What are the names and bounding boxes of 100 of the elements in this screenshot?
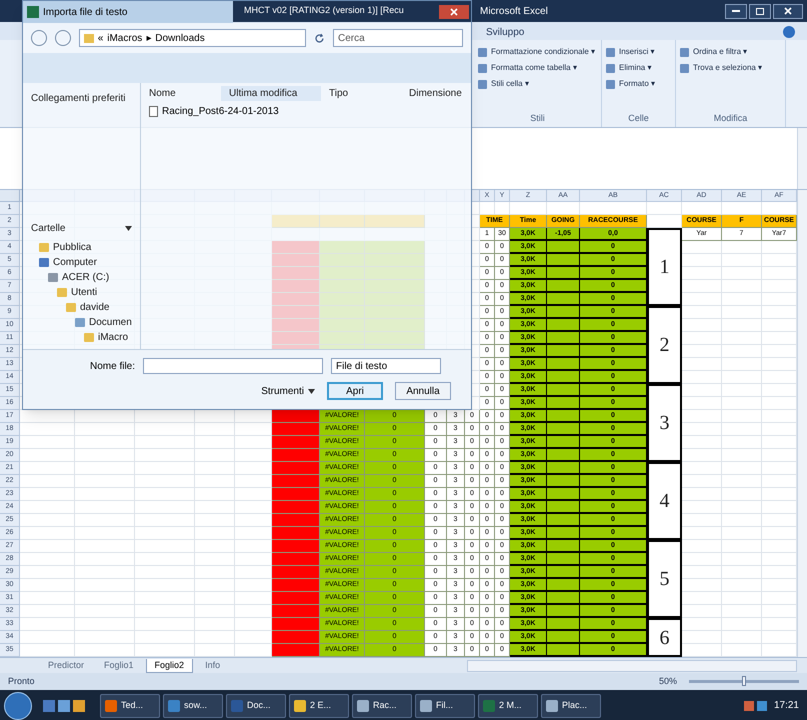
taskbar-button[interactable]: Doc... — [226, 694, 286, 718]
empty-cell[interactable] — [722, 514, 762, 527]
breadcrumb-separator[interactable]: ▸ — [146, 30, 152, 46]
folder-tree-item[interactable]: Pubblica — [39, 240, 92, 255]
empty-cell[interactable] — [135, 475, 195, 488]
empty-cell[interactable] — [135, 566, 195, 579]
file-row[interactable]: Racing_Post6-24-01-2013 — [141, 103, 287, 119]
empty-cell[interactable] — [195, 566, 235, 579]
empty-cell[interactable] — [135, 553, 195, 566]
empty-cell[interactable] — [722, 475, 762, 488]
cancel-button[interactable]: Annulla — [395, 382, 451, 400]
breadcrumb-separator[interactable]: « — [98, 30, 104, 46]
taskbar-button[interactable]: Rac... — [352, 694, 412, 718]
ribbon-button[interactable]: Formato ▾ — [606, 78, 656, 90]
ribbon-button[interactable]: Stili cella ▾ — [478, 78, 529, 90]
empty-cell[interactable] — [135, 449, 195, 462]
folders-header[interactable]: Cartelle — [31, 221, 140, 236]
empty-cell[interactable] — [722, 397, 762, 410]
empty-cell[interactable] — [135, 501, 195, 514]
empty-cell[interactable] — [135, 579, 195, 592]
empty-cell[interactable] — [195, 410, 235, 423]
address-field[interactable]: « iMacros ▸ Downloads — [78, 29, 306, 47]
file-name-field[interactable] — [143, 358, 323, 374]
empty-cell[interactable] — [135, 410, 195, 423]
empty-cell[interactable] — [195, 449, 235, 462]
empty-cell[interactable] — [195, 501, 235, 514]
breadcrumb[interactable]: iMacros — [107, 30, 142, 46]
back-icon[interactable] — [31, 30, 47, 46]
taskbar-button[interactable]: 2 M... — [478, 694, 538, 718]
empty-cell[interactable] — [722, 618, 762, 631]
maximize-button[interactable] — [749, 4, 771, 18]
folder-tree-item[interactable]: Utenti — [57, 285, 98, 300]
empty-cell[interactable] — [75, 566, 135, 579]
empty-cell[interactable] — [75, 553, 135, 566]
empty-cell[interactable] — [722, 358, 762, 371]
empty-cell[interactable] — [75, 501, 135, 514]
ribbon-button[interactable]: Formattazione condizionale ▾ — [478, 46, 596, 58]
forward-icon[interactable] — [54, 30, 71, 46]
tools-menu[interactable]: Strumenti — [261, 384, 315, 398]
taskbar-button[interactable]: Plac... — [541, 694, 601, 718]
ribbon-tab[interactable]: Sviluppo — [478, 24, 532, 40]
empty-cell[interactable] — [722, 423, 762, 436]
folder-tree-item[interactable]: iMacro — [84, 330, 128, 345]
empty-cell[interactable] — [722, 527, 762, 540]
column-header[interactable]: Tipo — [321, 86, 401, 100]
empty-cell[interactable] — [722, 410, 762, 423]
empty-cell[interactable] — [722, 319, 762, 332]
sheet-tab[interactable]: Foglio1 — [96, 658, 142, 672]
empty-cell[interactable] — [722, 293, 762, 306]
empty-cell[interactable] — [722, 371, 762, 384]
ribbon-button[interactable]: Ordina e filtra ▾ — [680, 46, 748, 58]
empty-cell[interactable] — [135, 488, 195, 501]
empty-cell[interactable] — [722, 553, 762, 566]
empty-cell[interactable] — [722, 254, 762, 267]
search-field[interactable]: Cerca — [333, 29, 464, 47]
empty-cell[interactable] — [75, 449, 135, 462]
sheet-tab[interactable]: Predictor — [40, 658, 92, 672]
empty-cell[interactable] — [75, 475, 135, 488]
zoom-slider-thumb[interactable] — [742, 676, 746, 686]
empty-cell[interactable] — [722, 592, 762, 605]
breadcrumb[interactable]: Downloads — [155, 30, 205, 46]
refresh-icon[interactable] — [314, 32, 326, 44]
empty-cell[interactable] — [722, 280, 762, 293]
empty-cell[interactable] — [135, 605, 195, 618]
empty-cell[interactable] — [135, 540, 195, 553]
empty-cell[interactable] — [722, 462, 762, 475]
empty-cell[interactable] — [722, 345, 762, 358]
column-header[interactable]: Dimensione — [401, 86, 471, 100]
empty-cell[interactable] — [722, 306, 762, 319]
empty-cell[interactable] — [647, 202, 682, 215]
help-icon[interactable] — [783, 26, 795, 38]
sheet-tab[interactable]: Info — [197, 658, 228, 672]
quick-launch-icon[interactable] — [43, 700, 55, 712]
taskbar-button[interactable]: sow... — [163, 694, 223, 718]
ribbon-button[interactable]: Inserisci ▾ — [606, 46, 655, 58]
empty-cell[interactable] — [195, 475, 235, 488]
empty-cell[interactable] — [75, 618, 135, 631]
empty-cell[interactable] — [722, 566, 762, 579]
folder-tree-item[interactable]: Documen — [75, 315, 132, 330]
file-type-dropdown[interactable]: File di testo — [331, 358, 441, 374]
taskbar-button[interactable]: 2 E... — [289, 694, 349, 718]
quick-launch-icon[interactable] — [73, 700, 85, 712]
empty-cell[interactable] — [75, 436, 135, 449]
empty-cell[interactable] — [195, 514, 235, 527]
empty-cell[interactable] — [195, 592, 235, 605]
empty-cell[interactable] — [195, 631, 235, 644]
empty-cell[interactable] — [195, 553, 235, 566]
folder-tree-item[interactable]: davide — [66, 300, 110, 315]
empty-cell[interactable] — [135, 423, 195, 436]
taskbar-button[interactable]: Fil... — [415, 694, 475, 718]
empty-cell[interactable] — [75, 631, 135, 644]
ribbon-button[interactable]: Trova e seleziona ▾ — [680, 62, 762, 74]
empty-cell[interactable] — [135, 631, 195, 644]
empty-cell[interactable] — [722, 605, 762, 618]
tray-icon[interactable] — [744, 700, 754, 710]
empty-cell[interactable] — [722, 540, 762, 553]
empty-cell[interactable] — [75, 462, 135, 475]
empty-cell[interactable] — [75, 579, 135, 592]
empty-cell[interactable] — [722, 501, 762, 514]
empty-cell[interactable] — [75, 488, 135, 501]
